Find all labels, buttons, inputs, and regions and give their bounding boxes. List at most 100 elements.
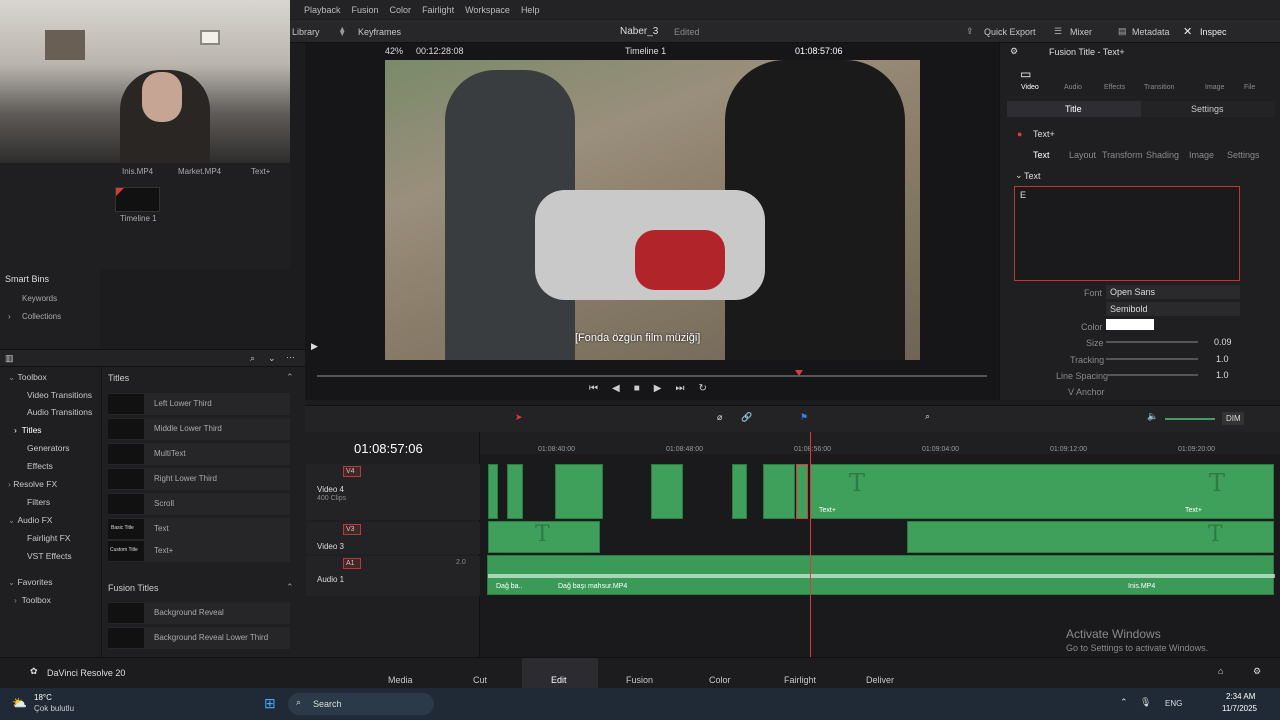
smart-bin-keywords[interactable]: Keywords bbox=[22, 294, 57, 303]
track-a1[interactable]: A1 2.0 Audio 1 bbox=[306, 556, 480, 596]
timeline-ruler[interactable]: 01:08:40:00 01:08:48:00 01:08:56:00 01:0… bbox=[480, 432, 1280, 454]
microphone-icon[interactable]: 🎙 bbox=[1140, 697, 1151, 708]
node-tab-settings[interactable]: Settings bbox=[1227, 150, 1260, 160]
fx-effects[interactable]: Effects bbox=[27, 457, 53, 475]
weather-temp[interactable]: 18°C bbox=[34, 693, 52, 702]
size-slider[interactable] bbox=[1106, 341, 1198, 343]
fusion-title-item[interactable]: Background Reveal bbox=[108, 602, 290, 624]
chevron-down-icon[interactable]: ⌄ bbox=[268, 353, 276, 364]
node-tab-transform[interactable]: Transform bbox=[1102, 150, 1143, 160]
timeline-clip[interactable] bbox=[763, 464, 795, 519]
audio-clip[interactable]: Dağ ba.. Dağ başı mahsur.MP4 Inis.MP4 bbox=[487, 555, 1275, 595]
fx-titles[interactable]: › Titles bbox=[14, 421, 42, 439]
page-fusion[interactable]: Fusion bbox=[626, 675, 653, 685]
menu-workspace[interactable]: Workspace bbox=[465, 5, 510, 15]
home-icon[interactable]: ⌂ bbox=[1218, 666, 1223, 676]
page-fairlight[interactable]: Fairlight bbox=[784, 675, 816, 685]
node-tab-layout[interactable]: Layout bbox=[1069, 150, 1096, 160]
clip-label[interactable]: Inis.MP4 bbox=[122, 167, 153, 176]
track-id[interactable]: V4 bbox=[343, 466, 361, 477]
volume-slider[interactable] bbox=[1165, 418, 1215, 420]
selected-clip[interactable] bbox=[796, 464, 808, 519]
tab-effects[interactable]: Effects bbox=[1104, 84, 1125, 91]
fx-favorites-toolbox[interactable]: › Toolbox bbox=[14, 591, 51, 609]
play-icon[interactable]: ▶ bbox=[654, 383, 662, 394]
tracking-slider[interactable] bbox=[1106, 358, 1198, 360]
page-deliver[interactable]: Deliver bbox=[866, 675, 894, 685]
node-tab-image[interactable]: Image bbox=[1189, 150, 1214, 160]
fx-favorites[interactable]: ⌄ Favorites bbox=[8, 573, 52, 591]
scrubber-bar[interactable] bbox=[317, 375, 987, 377]
flag-icon[interactable]: ⚑ bbox=[800, 412, 808, 423]
page-media[interactable]: Media bbox=[388, 675, 413, 685]
windows-start-icon[interactable]: ⊞ bbox=[264, 695, 276, 712]
fx-video-transitions[interactable]: Video Transitions bbox=[27, 386, 92, 404]
fusion-title-item[interactable]: Background Reveal Lower Third bbox=[108, 627, 290, 649]
search-icon[interactable]: ⌕ bbox=[250, 353, 255, 364]
fx-resolve-fx[interactable]: › Resolve FX bbox=[8, 475, 57, 493]
fx-vst-effects[interactable]: VST Effects bbox=[27, 547, 72, 565]
settings-icon[interactable]: ⚙ bbox=[1253, 666, 1261, 677]
title-item[interactable]: Right Lower Third bbox=[108, 468, 290, 490]
clip-label[interactable]: Market.MP4 bbox=[178, 167, 221, 176]
text-input[interactable]: E bbox=[1014, 186, 1240, 281]
line-spacing-value[interactable]: 1.0 bbox=[1216, 370, 1229, 380]
tab-audio[interactable]: Audio bbox=[1064, 84, 1082, 91]
title-item[interactable]: Basic Title Text bbox=[108, 518, 290, 540]
tab-file[interactable]: File bbox=[1244, 84, 1255, 91]
fx-filters[interactable]: Filters bbox=[27, 493, 50, 511]
timeline-clip[interactable] bbox=[651, 464, 683, 519]
smart-bin-collections[interactable]: Collections bbox=[22, 312, 61, 321]
tracking-value[interactable]: 1.0 bbox=[1216, 354, 1229, 364]
snap-icon[interactable]: ⌀ bbox=[717, 412, 722, 423]
track-v3[interactable]: V3 Video 3 bbox=[306, 522, 480, 554]
library-button[interactable]: Library bbox=[292, 27, 320, 37]
menu-help[interactable]: Help bbox=[521, 5, 540, 15]
fx-toolbox[interactable]: ⌄ Toolbox bbox=[8, 368, 47, 386]
track-id[interactable]: A1 bbox=[343, 558, 361, 569]
select-tool-icon[interactable]: ➤ bbox=[515, 412, 523, 423]
tab-video[interactable]: Video bbox=[1021, 84, 1039, 91]
page-color[interactable]: Color bbox=[709, 675, 731, 685]
timeline-clip-label[interactable]: Timeline 1 bbox=[120, 214, 157, 223]
step-back-icon[interactable]: ◀ bbox=[612, 383, 620, 394]
timeline-clip[interactable] bbox=[488, 464, 498, 519]
track-id[interactable]: V3 bbox=[343, 524, 361, 535]
stop-icon[interactable]: ■ bbox=[634, 383, 640, 394]
panel-toggle-icon[interactable]: ▥ bbox=[5, 353, 14, 364]
timeline-thumbnail[interactable] bbox=[115, 187, 160, 212]
node-tab-shading[interactable]: Shading bbox=[1146, 150, 1179, 160]
language-indicator[interactable]: ENG bbox=[1165, 699, 1182, 708]
scrubber-handle[interactable] bbox=[795, 370, 803, 376]
metadata-button[interactable]: Metadata bbox=[1132, 27, 1170, 37]
text-plus-clip[interactable]: T T Text+ Text+ bbox=[810, 464, 1274, 519]
menu-playback[interactable]: Playback bbox=[304, 5, 341, 15]
more-icon[interactable]: ··· bbox=[286, 352, 295, 362]
title-item[interactable]: Scroll bbox=[108, 493, 290, 515]
collapse-icon[interactable]: ⌃ bbox=[286, 582, 294, 593]
link-icon[interactable]: 🔗 bbox=[741, 412, 752, 423]
fx-fairlight-fx[interactable]: Fairlight FX bbox=[27, 529, 70, 547]
page-cut[interactable]: Cut bbox=[473, 675, 487, 685]
clock-date[interactable]: 11/7/2025 bbox=[1222, 704, 1257, 713]
loop-icon[interactable]: ↻ bbox=[698, 383, 706, 394]
zoom-search-icon[interactable]: ⌕ bbox=[925, 411, 930, 422]
menu-fusion[interactable]: Fusion bbox=[352, 5, 379, 15]
skip-back-icon[interactable]: ⏮ bbox=[589, 383, 598, 394]
zoom-level[interactable]: 42% bbox=[385, 46, 403, 56]
collapse-icon[interactable]: ⌃ bbox=[286, 372, 294, 383]
track-v4[interactable]: V4 Video 4 400 Clips bbox=[306, 464, 480, 520]
line-spacing-slider[interactable] bbox=[1106, 374, 1198, 376]
volume-icon[interactable]: 🔈 bbox=[1147, 411, 1158, 422]
timeline-clip[interactable] bbox=[732, 464, 747, 519]
title-item[interactable]: MultiText bbox=[108, 443, 290, 465]
settings-icon[interactable]: ⚙ bbox=[1010, 46, 1018, 57]
clip-label[interactable]: Text+ bbox=[251, 167, 270, 176]
inspector-button[interactable]: Inspec bbox=[1200, 27, 1227, 37]
title-item-textplus[interactable]: Custom Title Text+ bbox=[108, 540, 290, 562]
quick-export-button[interactable]: Quick Export bbox=[984, 27, 1036, 37]
fx-audio-fx[interactable]: ⌄ Audio FX bbox=[8, 511, 52, 529]
skip-forward-icon[interactable]: ⏭ bbox=[675, 383, 684, 394]
timeline-clip[interactable]: T bbox=[488, 521, 600, 553]
weather-desc[interactable]: Çok bulutlu bbox=[34, 704, 74, 713]
